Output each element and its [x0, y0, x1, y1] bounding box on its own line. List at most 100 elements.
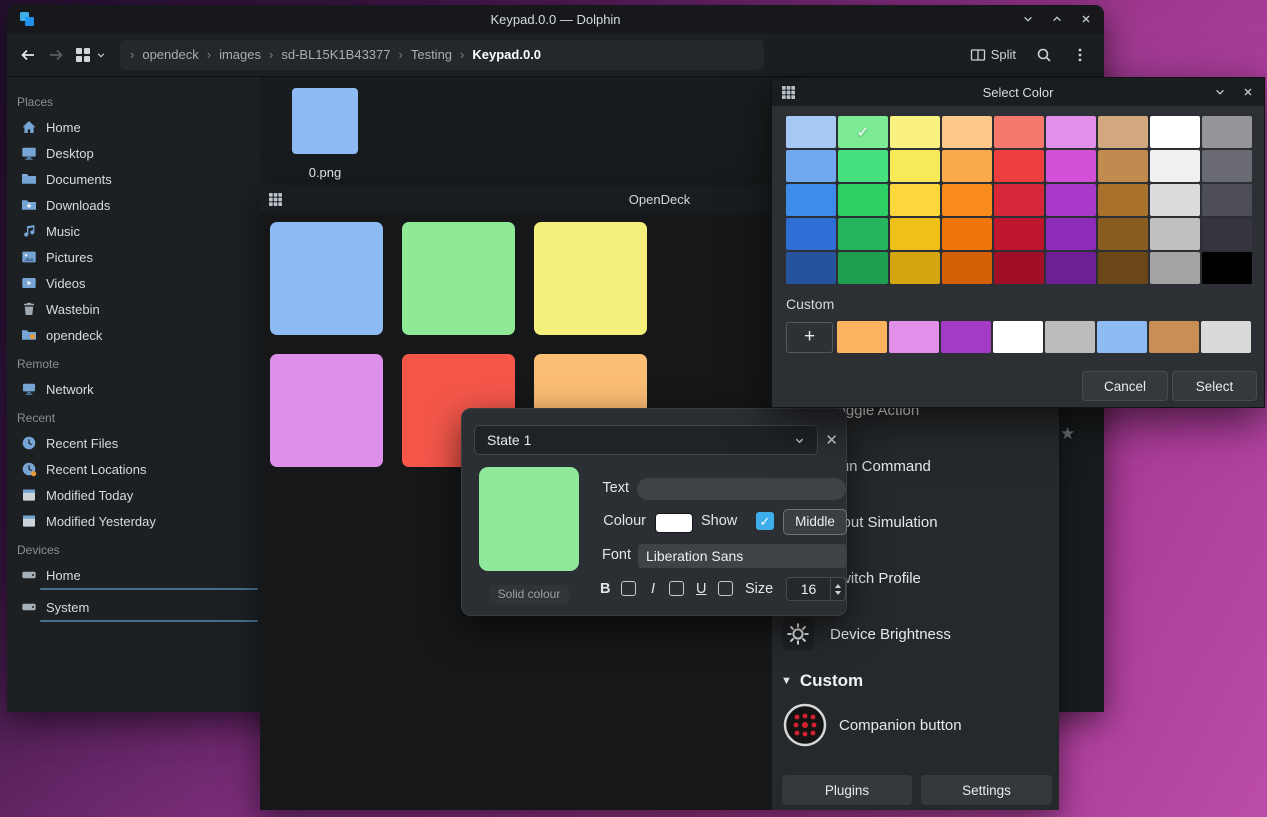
sidebar-item-home[interactable]: Home: [7, 562, 260, 588]
sidebar-item-opendeck[interactable]: opendeck: [7, 322, 260, 348]
breadcrumb-item[interactable]: sd-BL15K1B43377: [277, 47, 394, 62]
color-swatch[interactable]: [1202, 116, 1252, 148]
action-item-brightness[interactable]: Device Brightness: [782, 618, 951, 650]
custom-color-swatch[interactable]: [1201, 321, 1251, 353]
color-swatch[interactable]: [838, 252, 888, 284]
color-swatch[interactable]: [1202, 218, 1252, 250]
dolphin-titlebar[interactable]: Keypad.0.0 — Dolphin: [7, 5, 1104, 33]
show-checkbox[interactable]: [756, 512, 774, 530]
middle-button[interactable]: Middle: [783, 509, 847, 535]
cancel-button[interactable]: Cancel: [1082, 371, 1168, 401]
color-swatch[interactable]: [942, 184, 992, 216]
custom-section-header[interactable]: ▼ Custom: [781, 671, 863, 691]
color-swatch[interactable]: [1150, 184, 1200, 216]
split-button[interactable]: Split: [970, 47, 1016, 63]
color-swatch[interactable]: [994, 116, 1044, 148]
color-swatch[interactable]: [994, 150, 1044, 182]
color-swatch[interactable]: [1046, 116, 1096, 148]
color-swatch[interactable]: [1098, 252, 1148, 284]
sidebar-item-desktop[interactable]: Desktop: [7, 140, 260, 166]
minimize-button[interactable]: [1022, 13, 1034, 25]
color-swatch[interactable]: [890, 116, 940, 148]
sidebar-item-network[interactable]: Network: [7, 376, 260, 402]
view-mode-button[interactable]: [75, 47, 106, 63]
deck-key[interactable]: [270, 354, 383, 467]
sidebar-item-wastebin[interactable]: Wastebin: [7, 296, 260, 322]
sidebar-item-modified-yesterday[interactable]: Modified Yesterday: [7, 508, 260, 534]
custom-color-swatch[interactable]: [837, 321, 887, 353]
color-swatch[interactable]: [786, 218, 836, 250]
color-swatch[interactable]: [1098, 184, 1148, 216]
color-swatch[interactable]: [1098, 150, 1148, 182]
breadcrumb-item[interactable]: Testing: [407, 47, 456, 62]
spin-up-icon[interactable]: [835, 583, 841, 588]
deck-key[interactable]: [534, 222, 647, 335]
custom-color-swatch[interactable]: [1045, 321, 1095, 353]
sidebar-item-pictures[interactable]: Pictures: [7, 244, 260, 270]
color-swatch[interactable]: [1150, 252, 1200, 284]
color-swatch[interactable]: [786, 184, 836, 216]
search-button[interactable]: [1036, 47, 1052, 63]
color-swatch[interactable]: [1098, 116, 1148, 148]
color-swatch[interactable]: [1046, 150, 1096, 182]
color-swatch[interactable]: [786, 116, 836, 148]
color-swatch[interactable]: [1202, 252, 1252, 284]
sidebar-item-home[interactable]: Home: [7, 114, 260, 140]
bold-checkbox[interactable]: [621, 581, 636, 596]
color-swatch[interactable]: [1046, 184, 1096, 216]
color-swatch[interactable]: [1150, 116, 1200, 148]
italic-checkbox[interactable]: [669, 581, 684, 596]
size-spinner[interactable]: 16: [786, 577, 846, 601]
deck-key[interactable]: [270, 222, 383, 335]
font-field[interactable]: Liberation Sans: [638, 544, 846, 568]
color-swatch[interactable]: [890, 252, 940, 284]
color-swatch[interactable]: [994, 252, 1044, 284]
companion-button-item[interactable]: Companion button: [783, 703, 962, 747]
close-button[interactable]: [1080, 13, 1092, 25]
color-swatch[interactable]: [1202, 184, 1252, 216]
sidebar-item-recent-locations[interactable]: Recent Locations: [7, 456, 260, 482]
color-swatch[interactable]: [838, 184, 888, 216]
color-swatch[interactable]: [942, 252, 992, 284]
color-swatch[interactable]: [942, 218, 992, 250]
custom-color-swatch[interactable]: [993, 321, 1043, 353]
color-swatch[interactable]: [890, 184, 940, 216]
colour-swatch[interactable]: [655, 513, 693, 533]
minimize-button[interactable]: [1214, 86, 1226, 98]
menu-button[interactable]: [1072, 47, 1088, 63]
color-swatch[interactable]: [994, 184, 1044, 216]
sidebar-item-modified-today[interactable]: Modified Today: [7, 482, 260, 508]
color-swatch[interactable]: [890, 218, 940, 250]
sidebar-item-system[interactable]: System: [7, 594, 260, 620]
color-swatch[interactable]: [1202, 150, 1252, 182]
breadcrumb-item[interactable]: images: [215, 47, 265, 62]
custom-color-swatch[interactable]: [1097, 321, 1147, 353]
forward-button[interactable]: [47, 47, 65, 63]
color-swatch[interactable]: [1150, 218, 1200, 250]
color-swatch[interactable]: [890, 150, 940, 182]
sidebar-item-downloads[interactable]: Downloads: [7, 192, 260, 218]
color-swatch[interactable]: [1046, 252, 1096, 284]
custom-color-swatch[interactable]: [1149, 321, 1199, 353]
color-swatch[interactable]: [1150, 150, 1200, 182]
file-item[interactable]: 0.png: [265, 88, 385, 180]
color-swatch[interactable]: [838, 218, 888, 250]
sidebar-item-videos[interactable]: Videos: [7, 270, 260, 296]
underline-checkbox[interactable]: [718, 581, 733, 596]
color-swatch[interactable]: [786, 252, 836, 284]
color-swatch[interactable]: [1046, 218, 1096, 250]
spinner-arrows[interactable]: [830, 578, 845, 600]
breadcrumb-item[interactable]: opendeck: [138, 47, 202, 62]
color-swatch[interactable]: [838, 150, 888, 182]
deck-key[interactable]: [402, 222, 515, 335]
color-dialog-titlebar[interactable]: Select Color: [772, 78, 1264, 106]
color-swatch[interactable]: [1098, 218, 1148, 250]
close-button[interactable]: [1242, 86, 1254, 98]
state-select[interactable]: State 1: [474, 425, 818, 455]
text-input[interactable]: [637, 478, 846, 500]
sidebar-item-music[interactable]: Music: [7, 218, 260, 244]
settings-button[interactable]: Settings: [921, 775, 1052, 805]
color-swatch[interactable]: ✓: [838, 116, 888, 148]
maximize-button[interactable]: [1051, 13, 1063, 25]
sidebar-item-documents[interactable]: Documents: [7, 166, 260, 192]
